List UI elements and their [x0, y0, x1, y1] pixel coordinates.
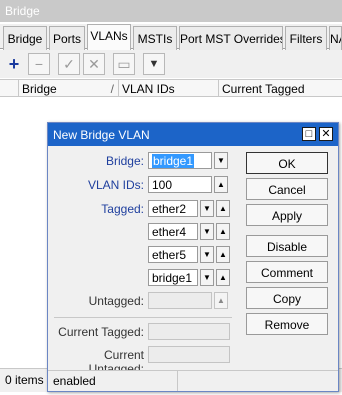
- maximize-button[interactable]: □: [302, 127, 316, 141]
- tagged-toggle-3[interactable]: ▲: [216, 246, 230, 263]
- tagged-toggle-1[interactable]: ▲: [216, 200, 230, 217]
- minus-icon: −: [34, 56, 44, 72]
- dropdown-arrow-icon: ▼: [203, 227, 211, 236]
- tagged-select-1[interactable]: ether2: [148, 200, 198, 217]
- current-untagged-field: [148, 346, 230, 363]
- divider: [54, 317, 232, 318]
- tab-strip: Bridge Ports VLANs MSTIs Port MST Overri…: [0, 24, 342, 50]
- comment-button[interactable]: ▭: [113, 53, 135, 75]
- tagged-dropdown-1[interactable]: ▼: [200, 200, 214, 217]
- vlan-ids-toggle[interactable]: ▲: [214, 176, 228, 193]
- tab-port-mst-overrides[interactable]: Port MST Overrides: [179, 26, 283, 50]
- tab-bridge[interactable]: Bridge: [3, 26, 47, 50]
- expand-icon: ▲: [217, 296, 225, 305]
- tab-mstis[interactable]: MSTIs: [133, 26, 177, 50]
- tab-vlans[interactable]: VLANs: [87, 24, 131, 50]
- disable-button[interactable]: Disable: [246, 235, 328, 257]
- dialog-title: New Bridge VLAN: [48, 123, 338, 146]
- check-icon: ✓: [63, 55, 75, 72]
- bridge-dropdown[interactable]: ▼: [214, 152, 228, 169]
- add-button[interactable]: +: [3, 53, 25, 75]
- remove-button[interactable]: −: [28, 53, 50, 75]
- tagged-dropdown-4[interactable]: ▼: [200, 269, 214, 286]
- maximize-icon: □: [305, 128, 313, 140]
- bridge-label: Bridge:: [105, 154, 144, 168]
- comment-button[interactable]: Comment: [246, 261, 328, 283]
- plus-icon: +: [8, 53, 20, 74]
- tagged-select-3[interactable]: ether5: [148, 246, 198, 263]
- expand-icon: ▲: [219, 273, 227, 282]
- tagged-select-4[interactable]: bridge1: [148, 269, 198, 286]
- tagged-toggle-4[interactable]: ▲: [216, 269, 230, 286]
- new-bridge-vlan-dialog: New Bridge VLAN □ ✕ Bridge: bridge1 ▼ VL…: [47, 122, 339, 392]
- apply-button[interactable]: Apply: [246, 204, 328, 226]
- tagged-label: Tagged:: [101, 202, 144, 216]
- filter-button[interactable]: ▼: [143, 53, 165, 75]
- current-tagged-label: Current Tagged:: [58, 325, 144, 339]
- copy-button[interactable]: Copy: [246, 287, 328, 309]
- tagged-toggle-2[interactable]: ▲: [216, 223, 230, 240]
- disable-button[interactable]: ✕: [83, 53, 105, 75]
- ok-button[interactable]: OK: [246, 152, 328, 174]
- cross-icon: ✕: [88, 55, 100, 72]
- comment-icon: ▭: [117, 55, 131, 72]
- tagged-select-2[interactable]: ether4: [148, 223, 198, 240]
- dropdown-arrow-icon: ▼: [203, 204, 211, 213]
- toolbar: + − ✓ ✕ ▭ ▼: [0, 50, 342, 78]
- expand-icon: ▲: [219, 250, 227, 259]
- tagged-dropdown-3[interactable]: ▼: [200, 246, 214, 263]
- window-title: Bridge: [0, 0, 342, 22]
- bridge-select[interactable]: bridge1: [148, 152, 212, 169]
- header-flags[interactable]: [0, 80, 18, 97]
- expand-icon: ▲: [219, 227, 227, 236]
- tab-ports[interactable]: Ports: [49, 26, 85, 50]
- dialog-status: enabled: [48, 371, 178, 391]
- vlan-ids-label: VLAN IDs:: [87, 178, 144, 192]
- untagged-label: Untagged:: [88, 294, 144, 308]
- filter-icon: ▼: [148, 58, 160, 70]
- sort-icon: /: [110, 82, 114, 96]
- header-bridge[interactable]: Bridge /: [18, 80, 118, 97]
- expand-icon: ▲: [217, 180, 225, 189]
- cancel-button[interactable]: Cancel: [246, 178, 328, 200]
- enable-button[interactable]: ✓: [58, 53, 80, 75]
- close-icon: ✕: [321, 128, 331, 140]
- close-button[interactable]: ✕: [319, 127, 333, 141]
- tab-filters[interactable]: Filters: [285, 26, 327, 50]
- expand-icon: ▲: [219, 204, 227, 213]
- remove-button[interactable]: Remove: [246, 313, 328, 335]
- item-count: 0 items: [5, 373, 44, 387]
- tagged-dropdown-2[interactable]: ▼: [200, 223, 214, 240]
- header-vlan-ids[interactable]: VLAN IDs: [118, 80, 218, 97]
- untagged-select[interactable]: [148, 292, 212, 309]
- current-tagged-field: [148, 323, 230, 340]
- dropdown-arrow-icon: ▼: [203, 250, 211, 259]
- header-current-tagged[interactable]: Current Tagged: [218, 80, 342, 97]
- dropdown-arrow-icon: ▼: [203, 273, 211, 282]
- dialog-status-bar: enabled: [48, 370, 338, 391]
- untagged-toggle[interactable]: ▲: [214, 292, 228, 309]
- table-header: Bridge / VLAN IDs Current Tagged: [0, 79, 342, 97]
- dropdown-arrow-icon: ▼: [217, 156, 225, 165]
- vlan-ids-input[interactable]: 100: [148, 176, 212, 193]
- tab-nat[interactable]: NA: [329, 26, 342, 50]
